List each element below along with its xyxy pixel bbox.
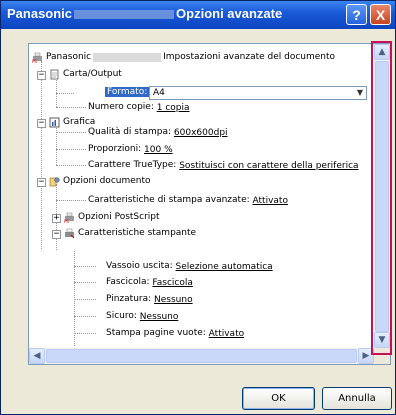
formato-value: A4 bbox=[153, 88, 165, 98]
graphics-icon bbox=[49, 117, 60, 128]
printer-features-icon bbox=[64, 228, 75, 239]
fascicola-label: Fascicola: bbox=[106, 277, 150, 287]
formato-label: Formato: bbox=[105, 87, 150, 97]
scrollbar-highlight-box bbox=[371, 41, 392, 355]
tree-item-numero-copie[interactable]: Numero copie: 1 copia bbox=[88, 101, 190, 114]
opzioni-documento-label: Opzioni documento bbox=[63, 176, 151, 186]
collapse-toggle[interactable]: − bbox=[37, 119, 46, 128]
truetype-label: Carattere TrueType: bbox=[88, 160, 177, 170]
stampa-vuote-value[interactable]: Attivato bbox=[209, 329, 244, 339]
tree-connector bbox=[74, 299, 96, 300]
tree-connector bbox=[56, 124, 57, 165]
numero-copie-value[interactable]: 1 copia bbox=[157, 103, 190, 113]
tree-item-opzioni-postscript[interactable]: PS Opzioni PostScript bbox=[64, 211, 160, 224]
tree-item-pinzatura[interactable]: Pinzatura: Nessuno bbox=[106, 293, 193, 306]
tree-connector bbox=[56, 93, 74, 94]
tree-item-stampa-vuote[interactable]: Stampa pagine vuote: Attivato bbox=[106, 327, 244, 340]
document-options-icon bbox=[49, 176, 60, 187]
collapse-toggle[interactable]: − bbox=[37, 71, 46, 80]
truetype-value[interactable]: Sostituisci con carattere della periferi… bbox=[179, 161, 358, 171]
tree-item-opzioni-documento[interactable]: Opzioni documento bbox=[49, 175, 151, 188]
tree-item-qualita[interactable]: Qualità di stampa: 600x600dpi bbox=[88, 126, 228, 139]
formato-select[interactable]: A4 ▼ bbox=[149, 86, 367, 100]
tree-item-carta-output[interactable]: Carta/Output bbox=[49, 68, 122, 81]
pinzatura-label: Pinzatura: bbox=[106, 294, 152, 304]
proporzioni-value[interactable]: 100 % bbox=[144, 145, 173, 155]
help-button[interactable]: ? bbox=[346, 4, 367, 25]
tree-connector bbox=[56, 132, 86, 133]
tree-connector bbox=[74, 316, 96, 317]
collapse-toggle[interactable]: − bbox=[52, 230, 61, 239]
printer-ps-icon: PS bbox=[32, 52, 43, 64]
carta-output-label: Carta/Output bbox=[63, 69, 122, 79]
horizontal-scrollbar[interactable]: ◀ ▶ bbox=[29, 348, 374, 364]
tree-connector bbox=[56, 200, 86, 201]
expand-toggle[interactable]: + bbox=[52, 214, 61, 223]
svg-text:PS: PS bbox=[32, 59, 37, 63]
tree-connector bbox=[41, 61, 42, 249]
tree-connector bbox=[56, 77, 57, 107]
stampa-vuote-label: Stampa pagine vuote: bbox=[106, 328, 206, 338]
collapse-toggle[interactable]: − bbox=[37, 178, 46, 187]
tree-item-sicuro[interactable]: Sicuro: Nessuno bbox=[106, 310, 178, 323]
redacted-model-name bbox=[93, 53, 162, 62]
window-title: Panasonic Opzioni avanzate bbox=[7, 6, 282, 21]
tree-item-formato[interactable]: Formato: bbox=[105, 86, 150, 99]
qualita-value[interactable]: 600x600dpi bbox=[174, 128, 228, 138]
proporzioni-label: Proporzioni: bbox=[88, 144, 142, 154]
tree-connector bbox=[56, 149, 86, 150]
tree-root[interactable]: PS Panasonic Impostazioni avanzate del do… bbox=[32, 51, 335, 64]
vassoio-label: Vassoio uscita: bbox=[106, 261, 173, 271]
ok-button[interactable]: OK bbox=[242, 387, 315, 410]
title-suffix: Opzioni avanzate bbox=[176, 6, 283, 21]
title-prefix: Panasonic bbox=[7, 6, 73, 21]
vassoio-value[interactable]: Selezione automatica bbox=[176, 262, 273, 272]
horizontal-scroll-thumb[interactable] bbox=[46, 349, 357, 363]
pinzatura-value[interactable]: Nessuno bbox=[154, 295, 193, 305]
tree-item-proporzioni[interactable]: Proporzioni: 100 % bbox=[88, 143, 173, 156]
tree-connector bbox=[56, 165, 86, 166]
numero-copie-label: Numero copie: bbox=[88, 102, 154, 112]
qualita-label: Qualità di stampa: bbox=[88, 127, 172, 137]
root-prefix: Panasonic bbox=[46, 52, 92, 62]
svg-text:PS: PS bbox=[64, 219, 69, 223]
paper-icon bbox=[49, 69, 60, 80]
tree-item-caratteristiche-stampante[interactable]: Caratteristiche stampante bbox=[64, 227, 196, 240]
advanced-options-window: Panasonic Opzioni avanzate ? X PS Panaso… bbox=[0, 0, 396, 415]
title-bar: Panasonic Opzioni avanzate ? X bbox=[1, 1, 395, 29]
redacted-model-name bbox=[74, 10, 175, 20]
tree-content: PS Panasonic Impostazioni avanzate del do… bbox=[29, 44, 374, 348]
sicuro-value[interactable]: Nessuno bbox=[140, 312, 179, 322]
opzioni-postscript-label: Opzioni PostScript bbox=[78, 212, 160, 222]
tree-connector bbox=[56, 107, 86, 108]
printer-ps-icon: PS bbox=[64, 212, 75, 224]
caratteristiche-avanzate-value[interactable]: Attivato bbox=[253, 196, 288, 206]
caratteristiche-avanzate-label: Caratteristiche di stampa avanzate: bbox=[88, 195, 250, 205]
sicuro-label: Sicuro: bbox=[106, 311, 137, 321]
cancel-button[interactable]: Annulla bbox=[322, 387, 392, 410]
root-suffix: Impostazioni avanzate del documento bbox=[163, 52, 336, 62]
tree-item-caratteristiche-avanzate[interactable]: Caratteristiche di stampa avanzate: Atti… bbox=[88, 194, 288, 207]
tree-connector bbox=[74, 266, 96, 267]
tree-item-truetype[interactable]: Carattere TrueType: Sostituisci con cara… bbox=[88, 159, 359, 172]
tree-connector bbox=[74, 333, 96, 334]
settings-tree-view: PS Panasonic Impostazioni avanzate del do… bbox=[28, 43, 391, 365]
close-button[interactable]: X bbox=[370, 4, 391, 25]
tree-connector bbox=[74, 282, 96, 283]
tree-item-fascicola[interactable]: Fascicola: Fascicola bbox=[106, 276, 193, 289]
tree-item-vassoio[interactable]: Vassoio uscita: Selezione automatica bbox=[106, 260, 273, 273]
chevron-down-icon: ▼ bbox=[356, 88, 364, 97]
scroll-left-button[interactable]: ◀ bbox=[29, 348, 45, 364]
caratteristiche-stampante-label: Caratteristiche stampante bbox=[78, 228, 197, 238]
fascicola-value[interactable]: Fascicola bbox=[152, 278, 192, 288]
